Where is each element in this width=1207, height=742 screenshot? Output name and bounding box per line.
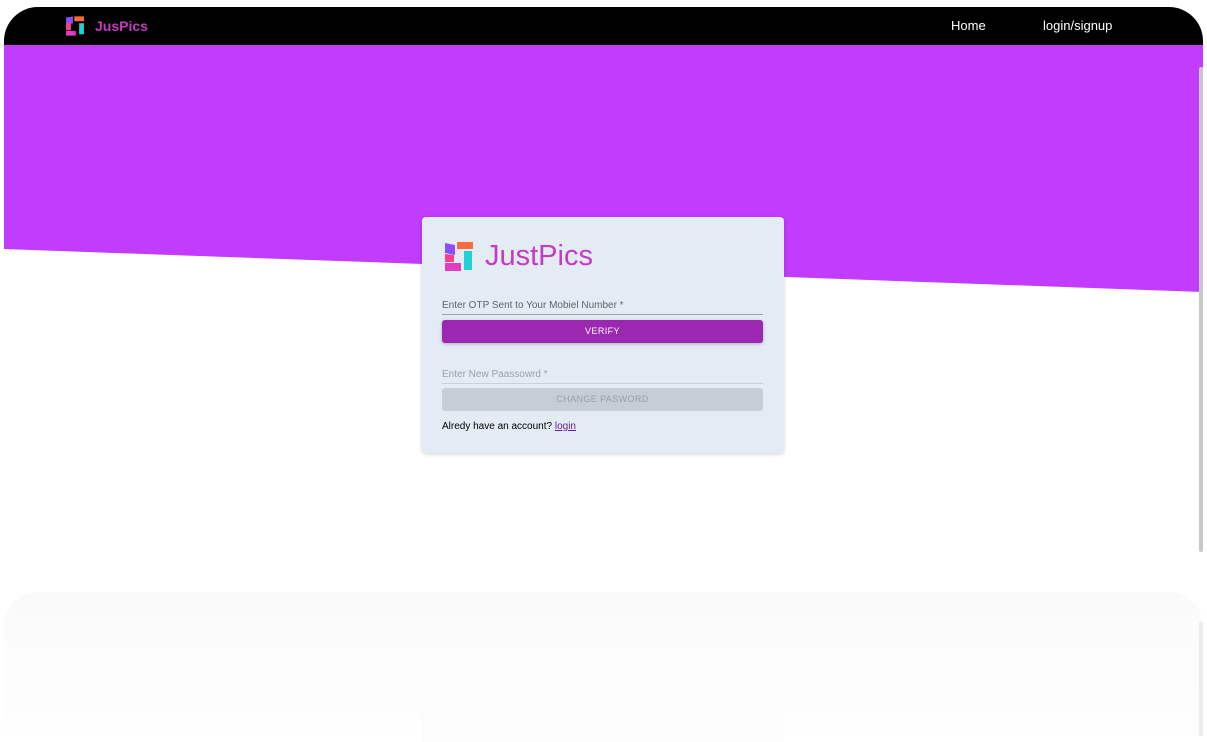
scrollbar[interactable] bbox=[1199, 67, 1203, 552]
login-link[interactable]: login bbox=[555, 421, 576, 432]
reset-password-card: JustPics VERIFY CHANGE PASWORD Alredy ha… bbox=[422, 217, 784, 453]
change-password-button[interactable]: CHANGE PASWORD bbox=[442, 388, 763, 411]
justpics-logo-icon bbox=[445, 242, 473, 271]
navbar-brand[interactable]: JusPics bbox=[95, 18, 148, 34]
login-prompt: Alredy have an account? login bbox=[442, 421, 576, 433]
new-password-input[interactable] bbox=[442, 365, 763, 384]
top-navbar: JusPics Home login/signup bbox=[4, 7, 1203, 45]
card-brand-title: JustPics bbox=[485, 240, 593, 272]
reflection bbox=[4, 592, 1203, 742]
justpics-logo-icon[interactable] bbox=[64, 15, 86, 37]
verify-button[interactable]: VERIFY bbox=[442, 320, 763, 343]
otp-input[interactable] bbox=[442, 296, 763, 315]
nav-link-home[interactable]: Home bbox=[951, 18, 986, 34]
reflection-card bbox=[422, 702, 784, 742]
reflection-scrollbar bbox=[1199, 622, 1203, 736]
nav-link-login-signup[interactable]: login/signup bbox=[1043, 18, 1112, 34]
login-prompt-text: Alredy have an account? bbox=[442, 421, 555, 432]
